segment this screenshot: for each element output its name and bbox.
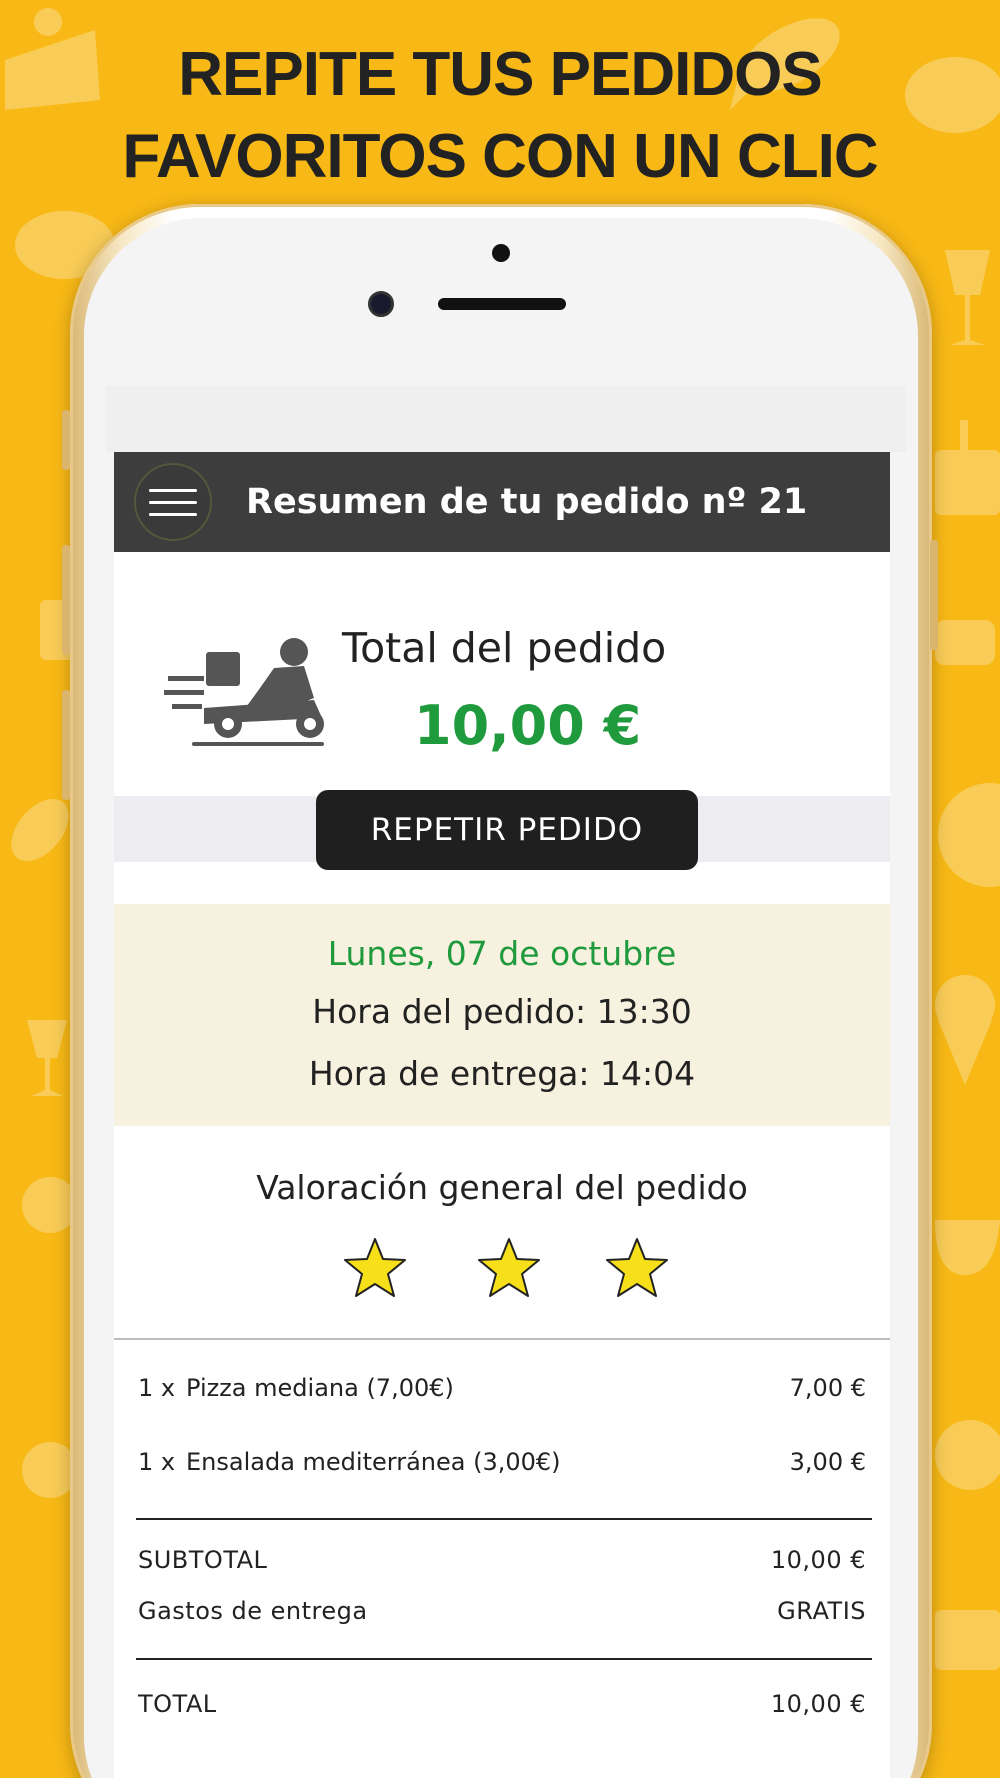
delivery-scooter-icon — [164, 638, 334, 752]
phone-volume-down — [62, 690, 70, 800]
wine-glass-icon — [25, 1020, 70, 1100]
noodle-bowl-icon — [930, 1170, 1000, 1280]
total-row: TOTAL 10,00 € — [138, 1690, 866, 1718]
item-name: Ensalada mediterránea (3,00€) — [186, 1448, 561, 1476]
subtotal-row: SUBTOTAL 10,00 € — [138, 1546, 866, 1574]
headline-line-1: REPITE TUS PEDIDOS — [178, 40, 822, 109]
divider — [136, 1518, 872, 1520]
ice-cream-icon — [930, 970, 1000, 1090]
item-qty: 1 x — [138, 1448, 176, 1476]
promo-headline: REPITE TUS PEDIDOS FAVORITOS CON UN CLIC — [0, 34, 1000, 198]
order-summary-card: Total del pedido 10,00 € — [114, 552, 890, 796]
earpiece-speaker — [438, 298, 566, 310]
page-title: Resumen de tu pedido nº 21 — [246, 482, 808, 522]
item-qty: 1 x — [138, 1374, 176, 1402]
rating-title: Valoración general del pedido — [256, 1168, 748, 1207]
order-total-label: Total del pedido — [342, 624, 667, 672]
item-price: 3,00 € — [789, 1448, 866, 1476]
repeat-order-button[interactable]: REPETIR PEDIDO — [316, 790, 698, 870]
coffee-cup-icon — [930, 580, 1000, 680]
delivery-fee-row: Gastos de entrega GRATIS — [138, 1597, 866, 1625]
divider — [114, 1338, 890, 1340]
list-item: 1 x Pizza mediana (7,00€) 7,00 € — [138, 1374, 866, 1402]
order-total-value: 10,00 € — [414, 694, 642, 757]
star-icon[interactable] — [342, 1236, 408, 1304]
delivery-fee-label: Gastos de entrega — [138, 1597, 368, 1625]
dessert-icon — [930, 1410, 1000, 1500]
app-header: Resumen de tu pedido nº 21 — [114, 452, 890, 552]
order-time: Hora del pedido: 13:30 — [312, 992, 692, 1031]
cake-icon-2 — [930, 1580, 1000, 1680]
divider — [136, 1658, 872, 1660]
item-price: 7,00 € — [789, 1374, 866, 1402]
front-camera-icon — [368, 291, 394, 317]
headline-line-2: FAVORITOS CON UN CLIC — [122, 122, 878, 191]
schedule-panel: Lunes, 07 de octubre Hora del pedido: 13… — [114, 904, 890, 1126]
delivery-fee-value: GRATIS — [777, 1597, 866, 1625]
total-label: TOTAL — [138, 1690, 217, 1718]
app-screen: Resumen de tu pedido nº 21 Total del ped… — [114, 452, 890, 1778]
orange-slice-icon — [930, 780, 1000, 890]
item-name: Pizza mediana (7,00€) — [186, 1374, 454, 1402]
order-date: Lunes, 07 de octubre — [327, 934, 677, 973]
hamburger-menu-icon[interactable] — [134, 463, 212, 541]
status-bar — [106, 386, 906, 452]
total-value: 10,00 € — [770, 1690, 866, 1718]
subtotal-value: 10,00 € — [770, 1546, 866, 1574]
wine-glasses-icon — [935, 250, 1000, 350]
phone-power-button — [930, 540, 938, 650]
subtotal-label: SUBTOTAL — [138, 1546, 268, 1574]
star-icon[interactable] — [604, 1236, 670, 1304]
delivery-time: Hora de entrega: 14:04 — [308, 1054, 696, 1093]
phone-volume-up — [62, 545, 70, 655]
list-item: 1 x Ensalada mediterránea (3,00€) 3,00 € — [138, 1448, 866, 1476]
proximity-sensor — [492, 244, 510, 262]
phone-mute-switch — [62, 410, 70, 470]
birthday-cake-icon — [930, 400, 1000, 520]
star-icon[interactable] — [476, 1236, 542, 1304]
